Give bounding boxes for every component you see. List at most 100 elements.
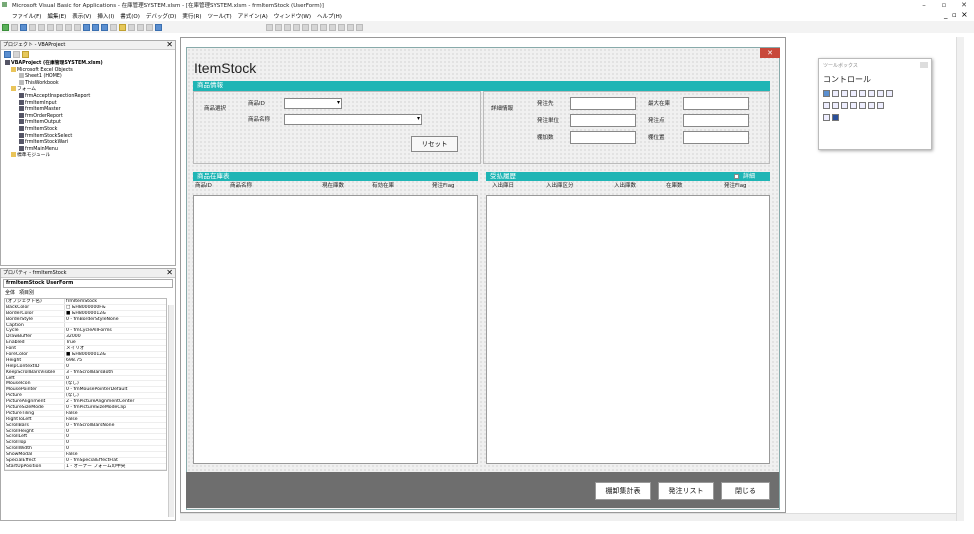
maximize-button[interactable]: ▫	[934, 0, 954, 10]
property-value[interactable]: メイリオ	[65, 346, 166, 351]
reset-icon[interactable]	[101, 23, 108, 31]
help-icon[interactable]	[155, 23, 162, 31]
tree-item[interactable]: ThisWorkbook	[5, 79, 175, 87]
scrollbar-control-icon[interactable]	[859, 102, 866, 109]
multipage-control-icon[interactable]	[850, 102, 857, 109]
tree-item[interactable]: frmItemStockSelect	[5, 132, 175, 140]
optionbutton-control-icon[interactable]	[877, 90, 884, 97]
view-object-icon[interactable]	[13, 51, 20, 58]
property-value[interactable]: □ &H8000000F&	[65, 305, 166, 310]
property-value[interactable]: 0	[65, 446, 166, 451]
property-value[interactable]: 0 - fmPictureSizeModeClip	[65, 405, 166, 410]
insert-userform-icon[interactable]	[11, 23, 18, 31]
tree-item[interactable]: frmMainMenu	[5, 145, 175, 153]
property-value[interactable]: 0	[65, 364, 166, 369]
property-value[interactable]: 0	[65, 376, 166, 381]
chevron-down-icon[interactable]: ▾	[417, 115, 420, 122]
combobox-control-icon[interactable]	[850, 90, 857, 97]
tab-categorized[interactable]: 項目別	[19, 289, 34, 298]
column-header[interactable]: 有効在庫	[372, 181, 432, 195]
properties-window-icon[interactable]	[128, 23, 135, 31]
listview-control-icon[interactable]	[832, 114, 839, 121]
tree-item[interactable]: frmItemStockWari	[5, 139, 175, 146]
menu-insert[interactable]: 挿入(I)	[97, 12, 114, 20]
property-value[interactable]: 0 - fmScrollBarsNone	[65, 423, 166, 428]
next-bookmark-icon[interactable]	[338, 23, 345, 31]
tree-item[interactable]: frmItemMaster	[5, 106, 175, 113]
tree-item[interactable]: frmOrderReport	[5, 112, 175, 120]
property-value[interactable]: False	[65, 417, 166, 422]
prev-bookmark-icon[interactable]	[347, 23, 354, 31]
checkbox-control-icon[interactable]	[868, 90, 875, 97]
order-unit-field[interactable]	[570, 114, 636, 127]
menu-format[interactable]: 書式(O)	[120, 12, 140, 20]
object-dropdown[interactable]: frmItemStock UserForm	[3, 279, 173, 288]
property-row[interactable]: StartUpPosition 1 - オーナー フォームの中央	[5, 463, 166, 470]
supplier-field[interactable]	[570, 97, 636, 110]
detail-checkbox[interactable]	[734, 174, 739, 179]
tree-item[interactable]: Microsoft Excel Objects	[5, 66, 175, 74]
toolbox-tab[interactable]: コントロール	[819, 72, 931, 87]
item-id-combobox[interactable]: ▾	[284, 98, 342, 109]
property-value[interactable]: False	[65, 411, 166, 416]
reset-button[interactable]: リセット	[411, 136, 458, 152]
shelf-count-field[interactable]	[570, 131, 636, 144]
tree-item[interactable]: 標準モジュール	[5, 152, 175, 159]
design-mode-icon[interactable]	[110, 23, 117, 31]
menu-file[interactable]: ファイル(F)	[12, 12, 41, 20]
tabstrip-control-icon[interactable]	[841, 102, 848, 109]
property-value[interactable]: (なし)	[65, 381, 166, 386]
select-pointer-icon[interactable]	[823, 90, 830, 97]
cut-icon[interactable]	[29, 23, 36, 31]
property-value[interactable]: 0 - fmSpecialEffectFlat	[65, 458, 166, 463]
order-list-button[interactable]: 発注リスト	[658, 482, 714, 500]
toggle-folders-icon[interactable]	[22, 51, 29, 58]
property-value[interactable]: ■ &H80000012&	[65, 311, 166, 316]
property-value[interactable]: (なし)	[65, 393, 166, 398]
stock-list[interactable]	[193, 195, 478, 464]
menu-view[interactable]: 表示(V)	[72, 12, 91, 20]
inner-close-button[interactable]: ×	[961, 10, 968, 19]
column-header[interactable]: 入出庫区分	[546, 181, 614, 195]
clear-bookmarks-icon[interactable]	[356, 23, 363, 31]
item-name-combobox[interactable]: ▾	[284, 114, 422, 125]
close-button[interactable]: 閉じる	[721, 482, 770, 500]
menu-debug[interactable]: デバッグ(D)	[146, 12, 177, 20]
property-value[interactable]: 0 - fmBorderStyleNone	[65, 317, 166, 322]
max-stock-field[interactable]	[683, 97, 749, 110]
form-close-button[interactable]: ✕	[760, 48, 780, 58]
menu-run[interactable]: 実行(R)	[182, 12, 201, 20]
property-value[interactable]: False	[65, 452, 166, 457]
excel-view-icon[interactable]	[2, 23, 9, 31]
column-header[interactable]: 発注Flag	[432, 181, 476, 195]
property-value[interactable]: 0	[65, 440, 166, 445]
property-value[interactable]: 1 - オーナー フォームの中央	[65, 464, 166, 469]
bookmark-icon[interactable]	[329, 23, 336, 31]
menu-tools[interactable]: ツール(T)	[208, 12, 232, 20]
shelf-total-button[interactable]: 棚卸集計表	[595, 482, 651, 500]
column-header[interactable]: 入出庫日	[486, 181, 546, 195]
vertical-scrollbar[interactable]	[956, 37, 964, 521]
menu-addins[interactable]: アドイン(A)	[238, 12, 268, 20]
tree-item[interactable]: VBAProject (在庫管理SYSTEM.xlsm)	[5, 60, 175, 67]
property-value[interactable]: ■ &H80000012&	[65, 352, 166, 357]
inner-maximize-button[interactable]: ▫	[952, 11, 957, 19]
property-value[interactable]: frmItemStock	[65, 299, 166, 304]
tree-item[interactable]: frmItemStock	[5, 125, 175, 133]
align-icon[interactable]	[266, 23, 273, 31]
property-value[interactable]: 0	[65, 434, 166, 439]
property-value[interactable]: 0 - fmCycleAllForms	[65, 328, 166, 333]
listbox-control-icon[interactable]	[859, 90, 866, 97]
chevron-down-icon[interactable]: ▾	[337, 99, 340, 106]
menu-window[interactable]: ウィンドウ(W)	[274, 12, 311, 20]
shelf-position-field[interactable]	[683, 131, 749, 144]
run-icon[interactable]	[83, 23, 90, 31]
undo-icon[interactable]	[65, 23, 72, 31]
label-control-icon[interactable]	[832, 90, 839, 97]
close-properties[interactable]: ✕	[166, 269, 173, 277]
tree-item[interactable]: フォーム	[5, 86, 175, 93]
property-value[interactable]: 0 - fmMousePointerDefault	[65, 387, 166, 392]
group-icon[interactable]	[284, 23, 291, 31]
menu-edit[interactable]: 編集(E)	[47, 12, 66, 20]
column-header[interactable]: 入出庫数	[614, 181, 666, 195]
